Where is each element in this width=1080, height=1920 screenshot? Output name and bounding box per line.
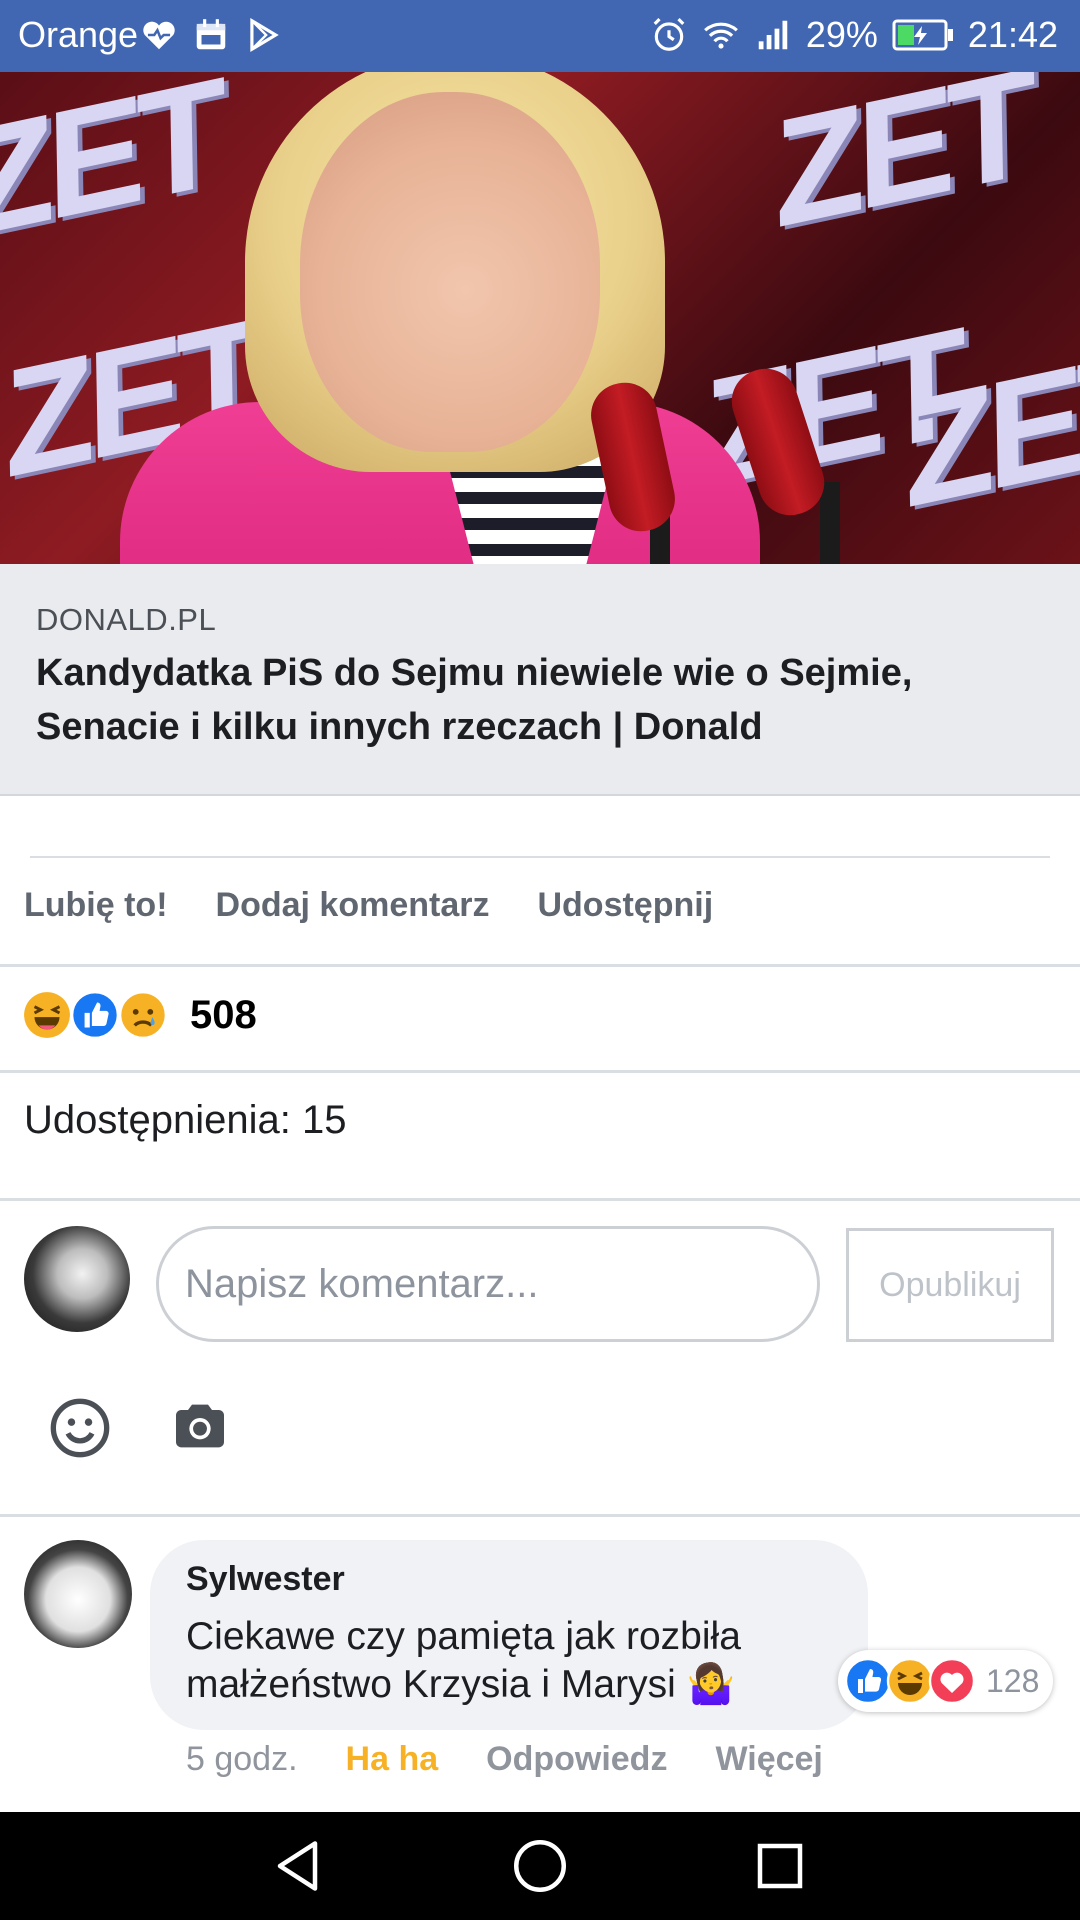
link-domain: DONALD.PL [36, 602, 217, 637]
battery-icon [892, 19, 953, 51]
comment-input[interactable] [156, 1226, 820, 1342]
shares-count[interactable]: Udostępnienia: 15 [24, 1098, 346, 1143]
battery-percent: 29% [805, 14, 878, 55]
link-title: Kandydatka PiS do Sejmu niewiele wie o S… [36, 652, 913, 748]
wifi-icon [703, 22, 738, 49]
haha-reaction-icon [24, 992, 70, 1038]
zet-logo: ZET [755, 72, 1044, 258]
divider [0, 1070, 1080, 1073]
share-button[interactable]: Udostępnij [537, 886, 713, 925]
navigation-bar [0, 1812, 1080, 1920]
comment-bubble[interactable]: Sylwester Ciekawe czy pamięta jak rozbił… [150, 1540, 868, 1730]
commenter-avatar[interactable] [24, 1540, 132, 1648]
user-avatar[interactable] [24, 1226, 130, 1332]
comment-haha-button[interactable]: Ha ha [346, 1740, 439, 1779]
sad-reaction-icon [118, 990, 168, 1040]
recent-apps-icon[interactable] [750, 1836, 810, 1896]
emoji-icon[interactable] [48, 1396, 112, 1460]
alarm-icon [653, 18, 685, 51]
haha-reaction-icon [886, 1657, 934, 1705]
clock: 21:42 [967, 14, 1058, 55]
heart-monitor-icon [143, 21, 175, 50]
signal-icon [758, 20, 788, 50]
comment-author[interactable]: Sylwester [186, 1560, 832, 1599]
publish-button[interactable]: Opublikuj [846, 1228, 1054, 1342]
mic-stand [820, 482, 840, 564]
comment-reactions-badge[interactable]: 128 [838, 1650, 1054, 1712]
comment-text: Ciekawe czy pamięta jak rozbiła małżeńst… [186, 1615, 741, 1706]
like-button[interactable]: Lubię to! [24, 886, 168, 925]
person-face [300, 92, 600, 452]
divider [0, 1514, 1080, 1517]
reactions-summary[interactable]: 508 [22, 990, 257, 1040]
comment-timestamp[interactable]: 5 godz. [186, 1740, 298, 1779]
back-icon[interactable] [270, 1836, 330, 1896]
status-bar: Orange 29% 21:42 [0, 0, 1080, 72]
comment-reaction-count: 128 [986, 1662, 1040, 1699]
love-reaction-icon [928, 1657, 976, 1705]
calendar-icon [196, 19, 226, 50]
link-preview[interactable]: DONALD.PL Kandydatka PiS do Sejmu niewie… [0, 564, 1080, 796]
carrier-name: Orange [18, 14, 139, 55]
divider [0, 964, 1080, 967]
play-store-icon [250, 17, 279, 53]
more-button[interactable]: Więcej [715, 1740, 822, 1779]
home-icon[interactable] [510, 1836, 570, 1896]
comment-meta: 5 godz. Ha ha Odpowiedz Więcej [186, 1740, 823, 1779]
post-actions: Lubię to! Dodaj komentarz Udostępnij [24, 886, 713, 925]
like-reaction-icon [844, 1657, 892, 1705]
like-reaction-icon [70, 990, 120, 1040]
zet-logo: ZET [0, 72, 234, 268]
reaction-count: 508 [190, 992, 257, 1037]
add-comment-button[interactable]: Dodaj komentarz [216, 886, 490, 925]
divider [0, 1198, 1080, 1201]
reply-button[interactable]: Odpowiedz [486, 1740, 667, 1779]
article-image[interactable]: ZET ZET ZET ZET ZET [0, 72, 1080, 564]
camera-icon[interactable] [168, 1394, 232, 1458]
divider [30, 856, 1050, 858]
